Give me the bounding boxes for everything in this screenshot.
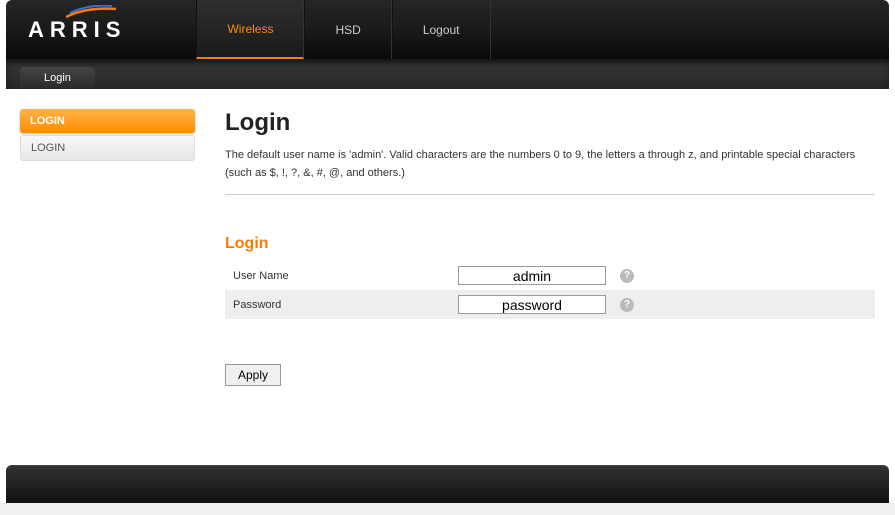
help-icon[interactable]: ? xyxy=(620,298,634,312)
page-description: The default user name is 'admin'. Valid … xyxy=(225,147,875,195)
nav-item-wireless[interactable]: Wireless xyxy=(196,0,304,59)
help-icon[interactable]: ? xyxy=(620,269,634,283)
username-input[interactable] xyxy=(458,266,606,285)
apply-button[interactable]: Apply xyxy=(225,364,281,386)
nav-item-logout[interactable]: Logout xyxy=(392,0,491,59)
logo-swoosh-icon xyxy=(66,5,116,19)
apply-wrap: Apply xyxy=(225,364,875,386)
page-title: Login xyxy=(225,109,875,137)
sidebar: LOGIN LOGIN xyxy=(20,109,195,419)
brand-text: ARRIS xyxy=(28,17,126,42)
header: ARRIS Wireless HSD Logout xyxy=(6,0,889,59)
password-label: Password xyxy=(233,299,458,311)
section-title-login: Login xyxy=(225,235,875,253)
content-area: LOGIN LOGIN Login The default user name … xyxy=(6,89,889,459)
form-row-username: User Name ? xyxy=(225,261,875,290)
main-panel: Login The default user name is 'admin'. … xyxy=(225,109,875,419)
footer-bar xyxy=(6,465,889,503)
tab-bar: Login xyxy=(6,59,889,89)
tab-login[interactable]: Login xyxy=(20,67,95,89)
form-row-password: Password ? xyxy=(225,290,875,319)
brand-logo: ARRIS xyxy=(28,17,126,43)
sidebar-item-login-active[interactable]: LOGIN xyxy=(20,109,195,133)
password-input[interactable] xyxy=(458,295,606,314)
sidebar-item-login[interactable]: LOGIN xyxy=(20,135,195,161)
nav-item-hsd[interactable]: HSD xyxy=(304,0,391,59)
username-label: User Name xyxy=(233,270,458,282)
top-nav: Wireless HSD Logout xyxy=(196,0,490,59)
